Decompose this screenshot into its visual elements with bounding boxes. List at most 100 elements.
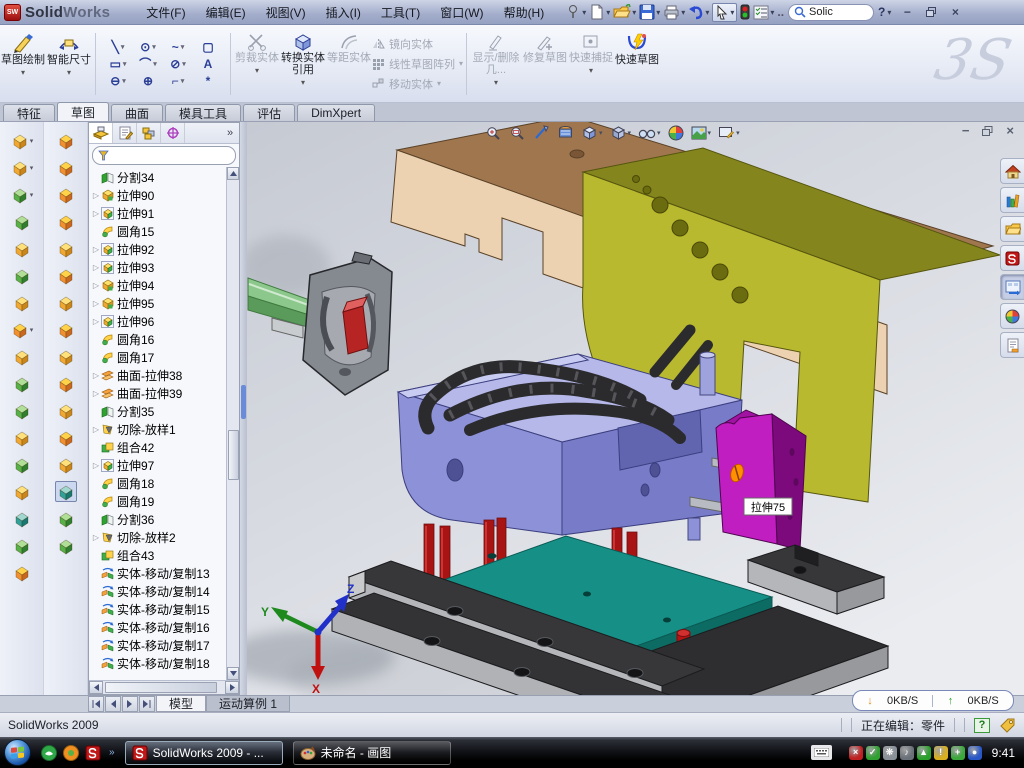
- security-center-icon[interactable]: +: [951, 746, 965, 760]
- convert-entities-button[interactable]: 转换实体引用▾: [280, 28, 326, 100]
- open-button[interactable]: ▾: [612, 2, 637, 22]
- smart-dimension-button[interactable]: 智能尺寸▾: [46, 28, 92, 100]
- messenger-shortcut[interactable]: [41, 745, 57, 761]
- print-button[interactable]: ▾: [662, 2, 686, 22]
- task-pane-tab-solidworks-resources[interactable]: [1000, 158, 1024, 184]
- taskbar-button-1[interactable]: 未命名 - 画图: [293, 741, 451, 765]
- display-delete-relations-button[interactable]: 显示/删除几...▾: [470, 28, 522, 100]
- task-pane-tab-view-palette[interactable]: [1000, 274, 1024, 300]
- sketch-entity-tool-4[interactable]: ▭▾: [103, 55, 133, 72]
- tree-item[interactable]: 组合43: [89, 546, 226, 564]
- scroll-thumb[interactable]: [228, 430, 239, 480]
- edit-appearance-button[interactable]: [668, 125, 684, 141]
- fillet-button[interactable]: [12, 346, 32, 367]
- draft-button[interactable]: [12, 427, 32, 448]
- scroll-left-button[interactable]: [89, 681, 103, 694]
- lofted-boss-button[interactable]: [12, 211, 32, 232]
- tree-item[interactable]: 圆角18: [89, 474, 226, 492]
- quick-snaps-button[interactable]: 快速捕捉▾: [568, 28, 614, 100]
- menu-2[interactable]: 视图(V): [256, 2, 316, 23]
- expand-arrow-icon[interactable]: ▷: [91, 317, 101, 326]
- tree-item[interactable]: ▷ 拉伸96: [89, 312, 226, 330]
- tree-item[interactable]: ▷ 曲面-拉伸39: [89, 384, 226, 402]
- tree-item[interactable]: ▷ 拉伸93: [89, 258, 226, 276]
- move-entities-button[interactable]: 移动实体▾: [372, 76, 463, 92]
- expand-arrow-icon[interactable]: ▷: [91, 461, 101, 470]
- panel-splitter[interactable]: [240, 122, 247, 695]
- tab-1[interactable]: 草图: [57, 102, 109, 121]
- close-button[interactable]: ×: [948, 5, 962, 19]
- panel-tab-feature-manager[interactable]: [89, 123, 113, 143]
- mirror-entities-button[interactable]: 镜向实体: [372, 36, 463, 52]
- display-style-button[interactable]: ▾: [610, 125, 632, 141]
- sketch-entity-tool-0[interactable]: ╲▾: [103, 38, 133, 55]
- sketch-entity-tool-5[interactable]: ⌒▾: [133, 55, 163, 72]
- expand-arrow-icon[interactable]: ▷: [91, 533, 101, 542]
- menu-0[interactable]: 文件(F): [136, 2, 195, 23]
- tree-item[interactable]: 实体-移动/复制16: [89, 618, 226, 636]
- sketch-entity-tool-1[interactable]: ⊙▾: [133, 38, 163, 55]
- task-pane-tab-design-library[interactable]: [1000, 187, 1024, 213]
- expand-arrow-icon[interactable]: ▷: [91, 389, 101, 398]
- rebuild-button[interactable]: [739, 2, 751, 22]
- doc-tab-0[interactable]: 模型: [156, 696, 206, 712]
- next-model-tab-button[interactable]: [122, 696, 138, 712]
- chamfer-button[interactable]: [12, 373, 32, 394]
- search-input[interactable]: Solic: [788, 4, 874, 21]
- menu-6[interactable]: 帮助(H): [494, 2, 555, 23]
- toolbar-overflow[interactable]: ..: [776, 2, 785, 22]
- tree-item[interactable]: ▷ 拉伸91: [89, 204, 226, 222]
- offset-entities-button[interactable]: 等距实体: [326, 28, 372, 100]
- task-pane-tab-custom-properties[interactable]: [1000, 332, 1024, 358]
- parting-surface-button[interactable]: [56, 265, 76, 286]
- expand-arrow-icon[interactable]: ▷: [91, 209, 101, 218]
- save-button[interactable]: ▾: [638, 2, 661, 22]
- tab-5[interactable]: DimXpert: [297, 104, 375, 121]
- sketch-tool-button[interactable]: [55, 481, 77, 502]
- tree-item[interactable]: 实体-移动/复制13: [89, 564, 226, 582]
- last-model-tab-button[interactable]: [139, 696, 155, 712]
- tab-4[interactable]: 评估: [243, 104, 295, 121]
- options-button[interactable]: ▾: [752, 2, 775, 22]
- doc-minimize-button[interactable]: −: [962, 123, 970, 138]
- sketch-entity-tool-11[interactable]: *: [193, 72, 223, 89]
- view-setting-button[interactable]: ▾: [718, 125, 740, 141]
- tree-item[interactable]: 分割34: [89, 168, 226, 186]
- insert-mold-button[interactable]: [56, 373, 76, 394]
- scroll-right-button[interactable]: [225, 681, 239, 694]
- first-model-tab-button[interactable]: [88, 696, 104, 712]
- prev-model-tab-button[interactable]: [105, 696, 121, 712]
- parting-line-button[interactable]: [56, 211, 76, 232]
- hide-show-items-button[interactable]: ▾: [638, 126, 661, 140]
- task-pane-tab-solidworks-content[interactable]: [1000, 245, 1024, 271]
- panel-tab-dimxpert-manager[interactable]: [161, 123, 185, 143]
- core-button[interactable]: [56, 319, 76, 340]
- sketch-button[interactable]: 草图绘制▾: [0, 28, 46, 100]
- tree-item[interactable]: 圆角19: [89, 492, 226, 510]
- view-orientation-button[interactable]: ▾: [581, 125, 603, 141]
- scroll-thumb[interactable]: [105, 682, 217, 693]
- planar-surface-button[interactable]: [56, 454, 76, 475]
- volume-icon[interactable]: ♪: [900, 746, 914, 760]
- sketch-entity-tool-7[interactable]: A: [193, 55, 223, 72]
- safely-remove-icon[interactable]: ▲: [917, 746, 931, 760]
- splitter-handle[interactable]: [241, 385, 246, 419]
- scroll-down-button[interactable]: [227, 667, 239, 680]
- doc-close-button[interactable]: ×: [1006, 123, 1014, 138]
- update-icon[interactable]: ❊: [883, 746, 897, 760]
- expand-arrow-icon[interactable]: ▷: [91, 191, 101, 200]
- panel-tabs-overflow[interactable]: »: [221, 123, 239, 143]
- tree-item[interactable]: 实体-移动/复制14: [89, 582, 226, 600]
- tree-item[interactable]: ▷ 切除-放样2: [89, 528, 226, 546]
- tree-item[interactable]: 分割35: [89, 402, 226, 420]
- minimize-button[interactable]: −: [900, 5, 914, 19]
- zoom-area-button[interactable]: [509, 125, 526, 141]
- doc-restore-button[interactable]: [982, 126, 993, 136]
- tree-item[interactable]: 圆角15: [89, 222, 226, 240]
- solidworks-shortcut[interactable]: [85, 745, 101, 761]
- sketch-entity-tool-2[interactable]: ~▾: [163, 38, 193, 55]
- sketch-entity-tool-6[interactable]: ⊘▾: [163, 55, 193, 72]
- rapid-sketch-button[interactable]: 快速草图: [614, 28, 660, 100]
- expand-arrow-icon[interactable]: ▷: [91, 263, 101, 272]
- tab-3[interactable]: 模具工具: [165, 104, 241, 121]
